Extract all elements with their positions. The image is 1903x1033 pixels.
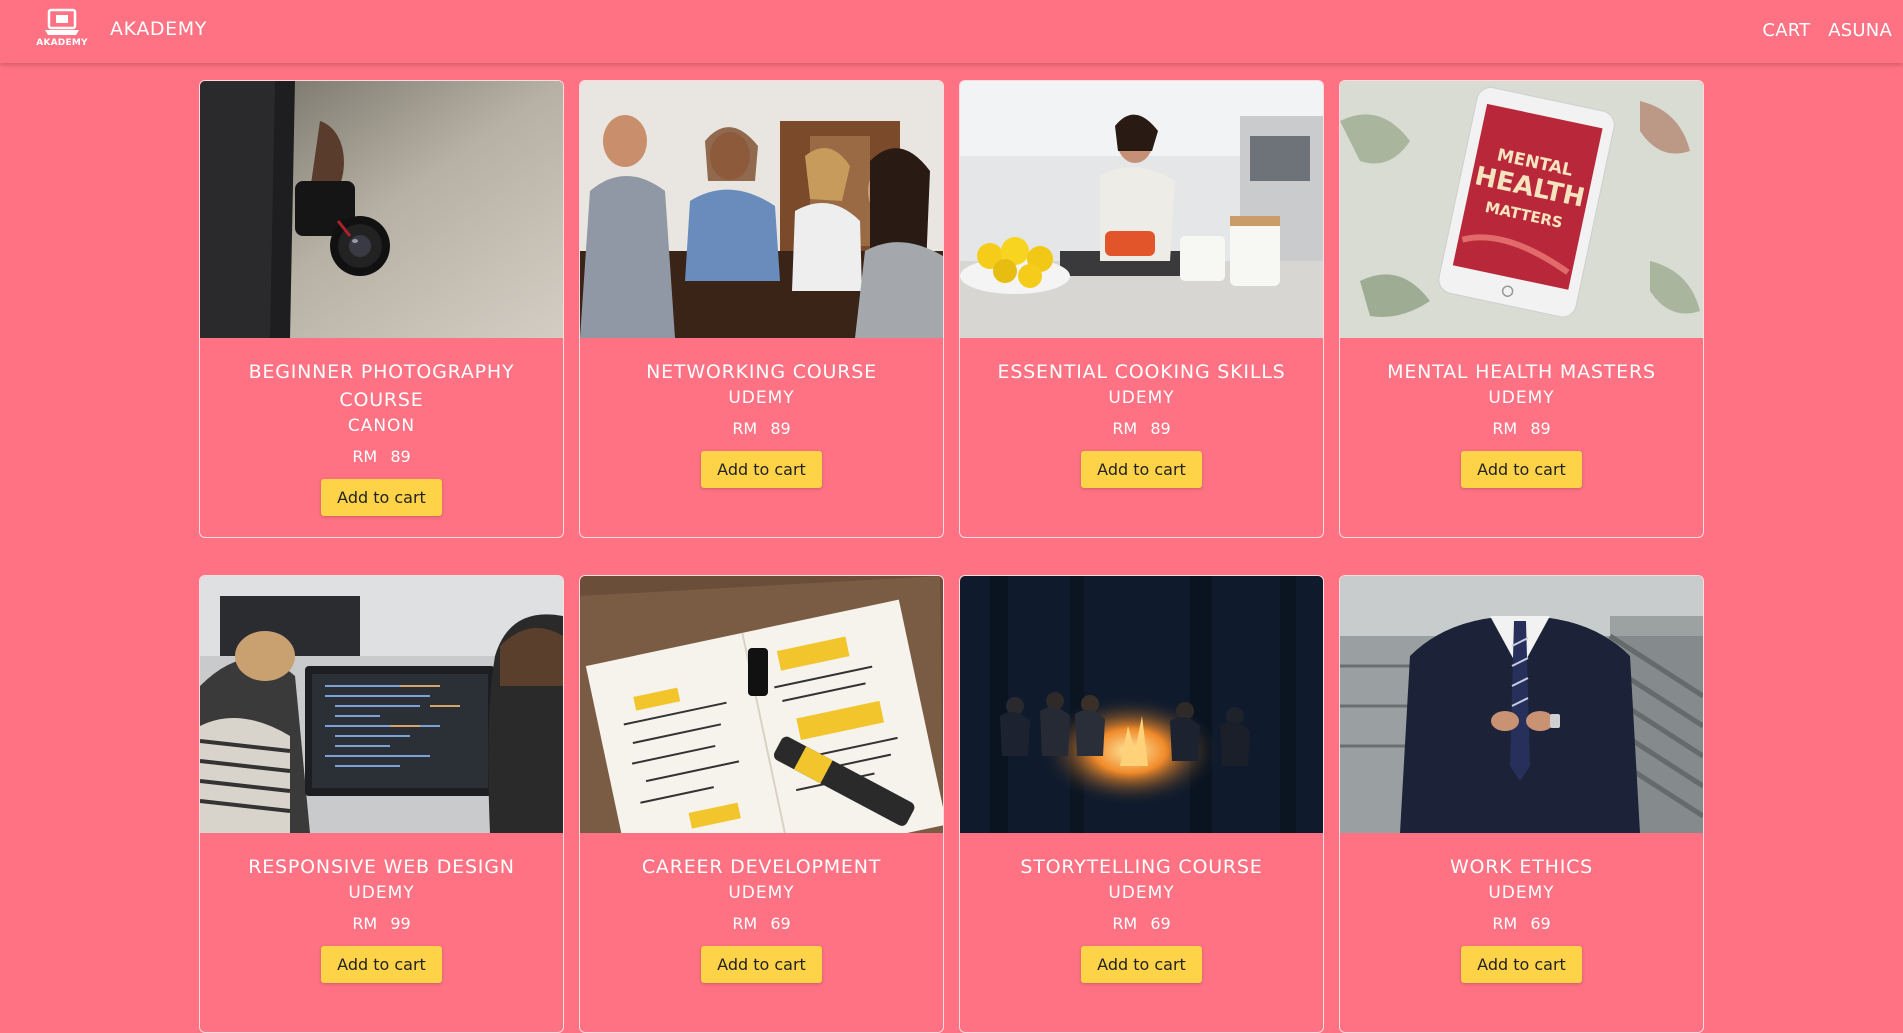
price-currency: RM — [732, 914, 758, 933]
course-price: RM 99 — [200, 913, 563, 935]
price-currency: RM — [1112, 914, 1138, 933]
course-price: RM 89 — [580, 418, 943, 440]
course-title: RESPONSIVE WEB DESIGN — [248, 856, 515, 878]
course-card: BEGINNER PHOTOGRAPHY COURSE CANON RM 89 … — [199, 80, 564, 538]
price-currency: RM — [352, 914, 378, 933]
camera-photo — [200, 81, 563, 338]
course-card: STORYTELLING COURSE UDEMY RM 69 Add to c… — [959, 575, 1324, 1033]
add-to-cart-button[interactable]: Add to cart — [1081, 946, 1202, 983]
cart-link[interactable]: CART — [1762, 20, 1810, 41]
logo-text: AKADEMY — [36, 38, 88, 48]
business-suit-photo — [1340, 576, 1703, 833]
course-price: RM 89 — [200, 446, 563, 468]
course-provider: UDEMY — [1108, 388, 1175, 408]
course-title: BEGINNER PHOTOGRAPHY COURSE — [248, 361, 515, 411]
price-currency: RM — [732, 419, 758, 438]
price-value: 89 — [390, 447, 411, 466]
coding-monitor-photo — [200, 576, 563, 833]
add-to-cart-button[interactable]: Add to cart — [321, 479, 442, 516]
kitchen-cooking-photo — [960, 81, 1323, 338]
add-to-cart-button[interactable]: Add to cart — [1461, 946, 1582, 983]
course-price: RM 69 — [1340, 913, 1703, 935]
price-currency: RM — [1112, 419, 1138, 438]
price-currency: RM — [352, 447, 378, 466]
course-provider: UDEMY — [1488, 388, 1555, 408]
notebook-goals-photo — [580, 576, 943, 833]
course-price: RM 69 — [960, 913, 1323, 935]
price-value: 69 — [770, 914, 791, 933]
course-card: RESPONSIVE WEB DESIGN UDEMY RM 99 Add to… — [199, 575, 564, 1033]
laptop-logo-icon: AKADEMY — [36, 8, 88, 50]
price-value: 99 — [390, 914, 411, 933]
course-title: MENTAL HEALTH MASTERS — [1387, 361, 1656, 383]
navbar: AKADEMY AKADEMY CART ASUNA — [0, 0, 1903, 63]
add-to-cart-button[interactable]: Add to cart — [701, 451, 822, 488]
course-price: RM 89 — [960, 418, 1323, 440]
course-title: STORYTELLING COURSE — [1020, 856, 1263, 878]
price-value: 89 — [770, 419, 791, 438]
brand-name: AKADEMY — [110, 18, 207, 40]
course-provider: UDEMY — [1108, 883, 1175, 903]
people-meeting-photo — [580, 81, 943, 338]
course-card: CAREER DEVELOPMENT UDEMY RM 69 Add to ca… — [579, 575, 944, 1033]
add-to-cart-button[interactable]: Add to cart — [321, 946, 442, 983]
course-card: MENTAL HEALTH MATTERS MENTAL HEALTH MAST… — [1339, 80, 1704, 538]
course-provider: CANON — [347, 416, 416, 436]
course-provider: UDEMY — [348, 883, 415, 903]
add-to-cart-button[interactable]: Add to cart — [701, 946, 822, 983]
brand-link[interactable]: AKADEMY AKADEMY — [36, 8, 207, 50]
price-currency: RM — [1492, 914, 1518, 933]
course-title: NETWORKING COURSE — [646, 361, 877, 383]
price-currency: RM — [1492, 419, 1518, 438]
add-to-cart-button[interactable]: Add to cart — [1461, 451, 1582, 488]
course-provider: UDEMY — [728, 883, 795, 903]
course-title: CAREER DEVELOPMENT — [641, 856, 882, 878]
course-title: ESSENTIAL COOKING SKILLS — [997, 361, 1286, 383]
campfire-photo — [960, 576, 1323, 833]
course-card: ESSENTIAL COOKING SKILLS UDEMY RM 89 Add… — [959, 80, 1324, 538]
user-link[interactable]: ASUNA — [1828, 20, 1892, 41]
course-card: WORK ETHICS UDEMY RM 69 Add to cart — [1339, 575, 1704, 1033]
course-grid: BEGINNER PHOTOGRAPHY COURSE CANON RM 89 … — [199, 80, 1704, 1033]
tablet-mental-health-photo: MENTAL HEALTH MATTERS — [1340, 81, 1703, 338]
add-to-cart-button[interactable]: Add to cart — [1081, 451, 1202, 488]
course-card: NETWORKING COURSE UDEMY RM 89 Add to car… — [579, 80, 944, 538]
price-value: 89 — [1150, 419, 1171, 438]
price-value: 69 — [1530, 914, 1551, 933]
course-provider: UDEMY — [728, 388, 795, 408]
nav-links: CART ASUNA — [1762, 20, 1892, 41]
course-price: RM 89 — [1340, 418, 1703, 440]
course-price: RM 69 — [580, 913, 943, 935]
price-value: 69 — [1150, 914, 1171, 933]
course-provider: UDEMY — [1488, 883, 1555, 903]
price-value: 89 — [1530, 419, 1551, 438]
course-title: WORK ETHICS — [1449, 856, 1594, 878]
